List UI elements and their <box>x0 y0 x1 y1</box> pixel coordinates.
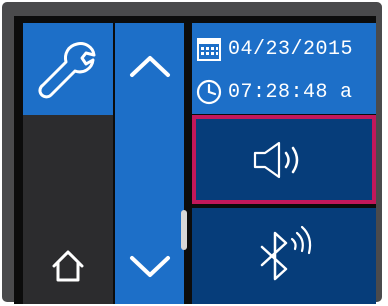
time-row: 07:28:48 a <box>196 79 353 105</box>
settings-button[interactable] <box>23 23 113 115</box>
bluetooth-icon <box>260 225 312 281</box>
device-screen: 04/23/2015 07:28:48 a <box>14 16 376 304</box>
speaker-volume-icon <box>253 141 299 178</box>
status-panel: 04/23/2015 07:28:48 a <box>192 23 376 114</box>
clock-icon <box>196 79 222 105</box>
home-icon <box>52 250 84 282</box>
time-period: a <box>340 80 353 104</box>
left-panel <box>23 115 113 304</box>
home-button[interactable] <box>23 236 113 296</box>
calendar-icon <box>197 38 221 61</box>
device-bezel: 04/23/2015 07:28:48 a <box>2 2 382 304</box>
date-row: 04/23/2015 <box>196 36 353 62</box>
scroll-down-button[interactable] <box>115 232 184 302</box>
scroll-column <box>113 23 187 304</box>
time-text: 07:28:48 <box>228 80 329 104</box>
chevron-down-icon <box>129 256 170 277</box>
wrench-icon <box>38 42 96 99</box>
chevron-up-icon <box>129 56 170 77</box>
date-text: 04/23/2015 <box>228 37 354 61</box>
bluetooth-button[interactable] <box>192 208 376 304</box>
volume-button[interactable] <box>192 115 376 204</box>
scroll-up-button[interactable] <box>115 31 184 101</box>
